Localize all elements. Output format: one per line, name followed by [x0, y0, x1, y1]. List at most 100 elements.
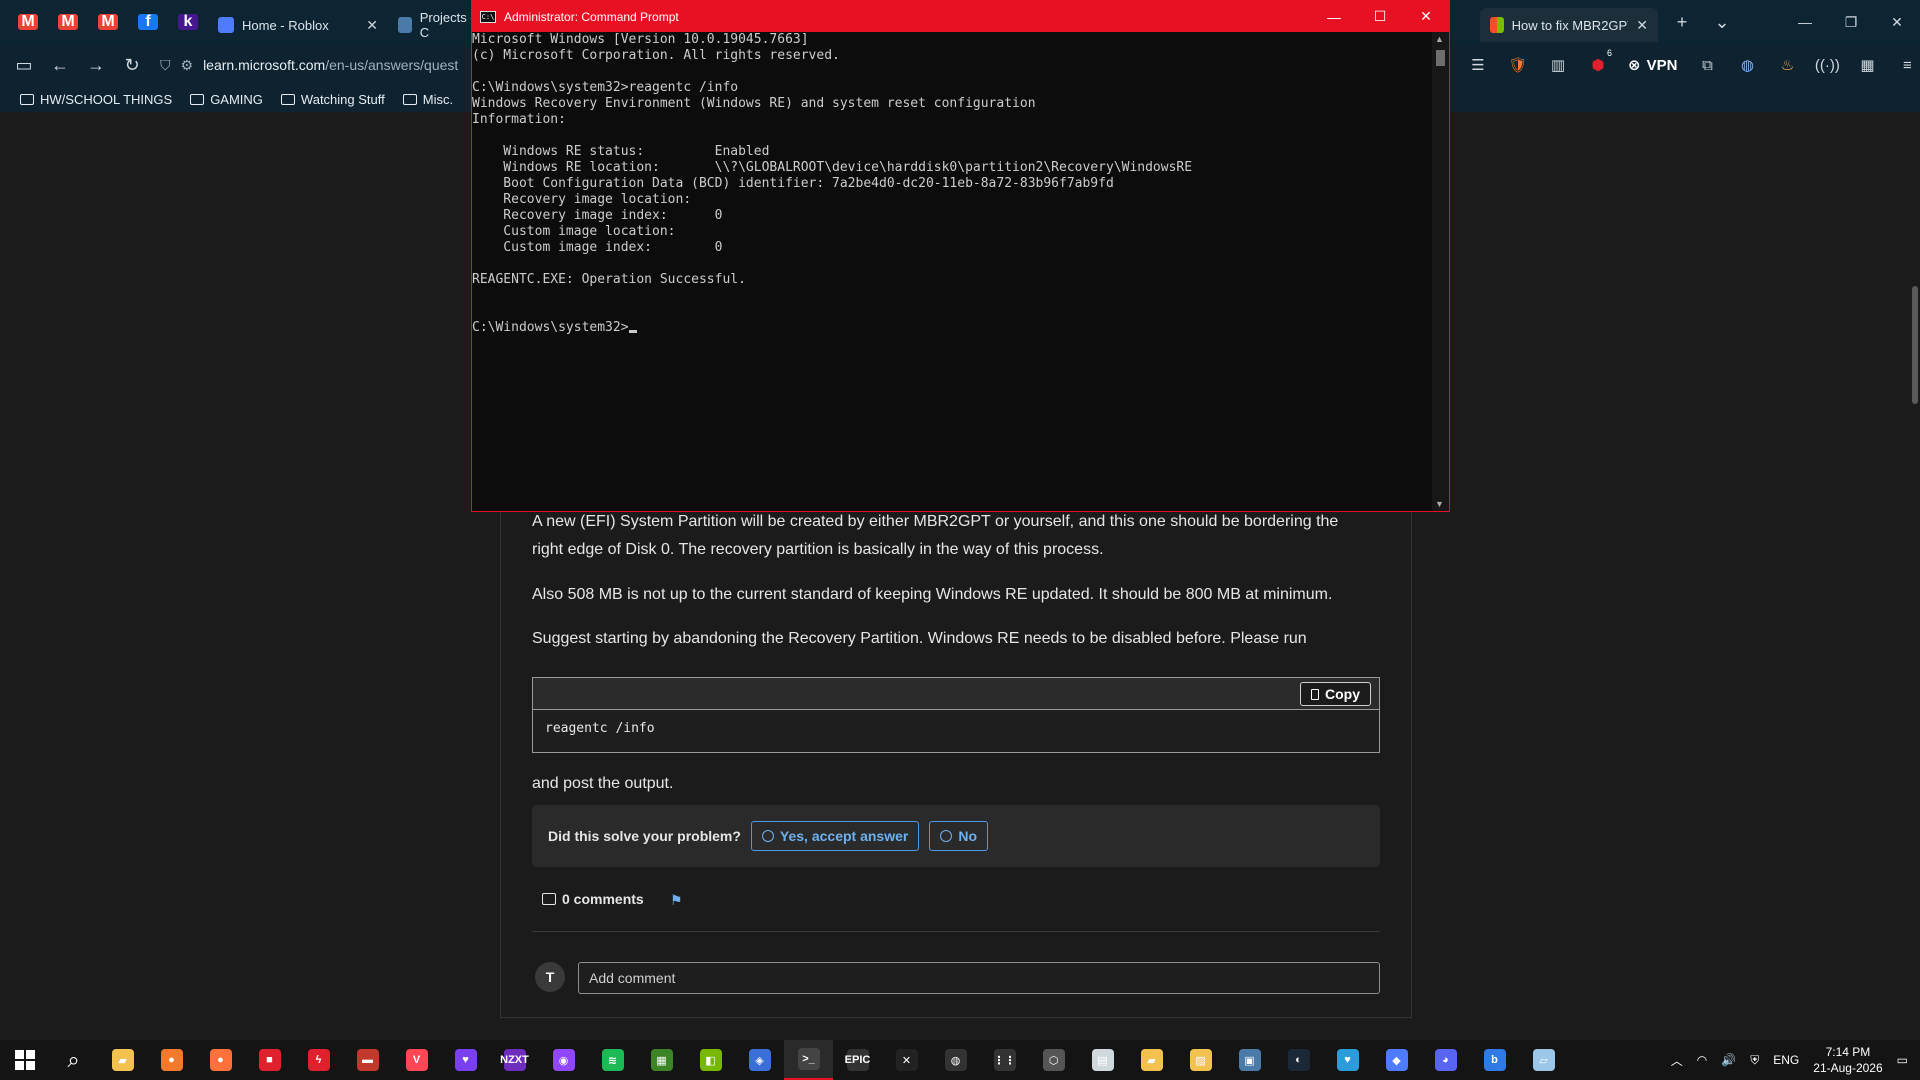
flame-extension-icon[interactable]: ♨ [1767, 44, 1807, 86]
reader-mode-icon[interactable]: ☰ [1458, 44, 1498, 86]
cmd-title-bar[interactable]: C:\ Administrator: Command Prompt — ☐ ✕ [472, 1, 1449, 32]
page-scrollbar-thumb[interactable] [1912, 286, 1918, 404]
taskbar-app-button[interactable]: ▰ [98, 1040, 147, 1080]
tab-home-roblox[interactable]: Home - Roblox ✕ [208, 8, 388, 42]
taskbar-app-button[interactable]: ◕ [1421, 1040, 1470, 1080]
taskbar-app-button[interactable]: ● [147, 1040, 196, 1080]
browser-restore-button[interactable]: ❐ [1828, 0, 1874, 44]
menu-icon[interactable]: ≡ [1887, 44, 1920, 86]
accept-answer-button[interactable]: Yes, accept answer [750, 821, 920, 851]
folder-icon [20, 93, 34, 105]
taskbar-app-button[interactable]: ♥ [1323, 1040, 1372, 1080]
taskbar-app-button[interactable]: V [392, 1040, 441, 1080]
scroll-up-icon[interactable]: ▲ [1435, 34, 1444, 44]
taskbar-app-button[interactable]: ◆ [1372, 1040, 1421, 1080]
forward-button[interactable]: → [78, 47, 114, 83]
cmd-scrollbar[interactable]: ▲ ▼ [1432, 32, 1449, 511]
taskbar-app-button[interactable]: EPIC [833, 1040, 882, 1080]
taskbar-app-button[interactable]: ▣ [1225, 1040, 1274, 1080]
pinned-tab[interactable]: f [128, 0, 168, 44]
taskbar-app-button[interactable]: ♥ [441, 1040, 490, 1080]
taskbar-app-button[interactable]: b [1470, 1040, 1519, 1080]
clock[interactable]: 7:14 PM 21-Aug-2026 [1813, 1044, 1882, 1076]
pinned-tab[interactable]: k [168, 0, 208, 44]
taskbar-app-button[interactable]: ● [196, 1040, 245, 1080]
off-toggle-icon[interactable]: ▦ [1847, 44, 1887, 86]
taskbar-app-button[interactable]: ▰ [1127, 1040, 1176, 1080]
copy-button[interactable]: Copy [1300, 682, 1371, 706]
taskbar-app-button[interactable]: ϟ [294, 1040, 343, 1080]
site-settings-icon[interactable]: ⚙ [181, 57, 194, 74]
pinned-tab[interactable]: M [88, 0, 128, 44]
command-prompt-window[interactable]: C:\ Administrator: Command Prompt — ☐ ✕ … [471, 0, 1450, 512]
add-comment-input[interactable]: Add comment [578, 962, 1380, 994]
docs-favicon-icon [398, 17, 412, 33]
back-button[interactable]: ← [42, 47, 78, 83]
address-bar[interactable]: ⛉ ⚙ learn.microsoft.com/en-us/answers/qu… [150, 50, 468, 80]
brave-shields-icon[interactable]: 🛡 [1498, 44, 1538, 86]
taskbar-app-button[interactable]: ▬ [343, 1040, 392, 1080]
comments-toggle[interactable]: 0 comments [542, 891, 644, 907]
report-flag-icon[interactable]: ⚑ [670, 892, 684, 908]
taskbar-app-button[interactable]: ◍ [931, 1040, 980, 1080]
firefox-icon: ● [209, 1049, 232, 1071]
extensions-icon[interactable]: ⧉ [1687, 44, 1727, 86]
taskbar-app-button[interactable]: ≋ [588, 1040, 637, 1080]
taskbar-app-button[interactable]: ⬡ [1029, 1040, 1078, 1080]
answer-paragraph-1: A new (EFI) System Partition will be cre… [532, 513, 1339, 558]
tab-list-button[interactable]: ⌄ [1704, 0, 1740, 44]
notifications-icon[interactable]: ▭ [1897, 1053, 1908, 1067]
browser-close-button[interactable]: ✕ [1874, 0, 1920, 44]
taskbar-app-button[interactable]: ◧ [686, 1040, 735, 1080]
taskbar-app-button[interactable]: ▨ [1176, 1040, 1225, 1080]
tab-mbr2gpt-active[interactable]: How to fix MBR2GPT /v ✕ [1480, 8, 1658, 42]
tab-close-button[interactable]: ✕ [366, 17, 378, 34]
reload-button[interactable]: ↻ [114, 47, 150, 83]
security-icon[interactable]: ⛨ [1750, 1053, 1759, 1068]
reading-list-icon[interactable]: ▥ [1538, 44, 1578, 86]
cmd-scroll-thumb[interactable] [1436, 50, 1445, 66]
cmd-console-output[interactable]: Microsoft Windows [Version 10.0.19045.76… [472, 32, 1432, 512]
taskbar-app-button[interactable]: NZXT [490, 1040, 539, 1080]
not-helpful-button[interactable]: No [929, 821, 989, 851]
taskbar-app-button[interactable]: ✕ [882, 1040, 931, 1080]
taskbar-app-button[interactable]: ▦ [637, 1040, 686, 1080]
taskbar-app-button[interactable]: >_ [784, 1040, 833, 1080]
taskbar-app-button[interactable]: ◉ [539, 1040, 588, 1080]
profile-icon[interactable]: ◍ [1727, 44, 1767, 86]
wifi-icon[interactable]: ◠ [1697, 1053, 1707, 1067]
tray-overflow-icon[interactable]: ︿ [1671, 1052, 1683, 1069]
new-tab-button[interactable]: + [1664, 0, 1700, 44]
ublock-icon[interactable]: ⬢ 6 [1578, 44, 1618, 86]
sidebar-toggle-icon[interactable]: ▭ [6, 47, 42, 83]
vpn-button[interactable]: ⊗ VPN [1618, 56, 1687, 75]
bookmark-gaming[interactable]: GAMING [190, 92, 263, 107]
start-button[interactable] [0, 1040, 49, 1080]
taskbar-app-button[interactable]: ▤ [1078, 1040, 1127, 1080]
cmd-app-icon: C:\ [480, 10, 496, 23]
broadcast-icon[interactable]: ((·)) [1807, 44, 1847, 86]
bookmark-hw-school[interactable]: HW/SCHOOL THINGS [20, 92, 172, 107]
taskbar-app-button[interactable]: ■ [245, 1040, 294, 1080]
url-host: learn.microsoft.com [203, 57, 326, 73]
browser-minimize-button[interactable]: — [1782, 0, 1828, 44]
pinned-tab[interactable]: M [48, 0, 88, 44]
search-button[interactable]: ⌕ [49, 1040, 98, 1080]
taskbar-app-button[interactable]: ◈ [735, 1040, 784, 1080]
cmd-minimize-button[interactable]: — [1311, 1, 1357, 32]
taskbar-app-button[interactable]: ⋮⋮ [980, 1040, 1029, 1080]
pinned-tab[interactable]: M [8, 0, 48, 44]
volume-icon[interactable]: 🔊 [1721, 1053, 1736, 1067]
shield-icon[interactable]: ⛉ [160, 57, 171, 74]
cmd-close-button[interactable]: ✕ [1403, 1, 1449, 32]
comment-icon [542, 893, 556, 905]
taskbar-app-button[interactable]: ◐ [1274, 1040, 1323, 1080]
scroll-down-icon[interactable]: ▼ [1435, 499, 1444, 509]
taskbar-app-button[interactable]: ▱ [1519, 1040, 1568, 1080]
language-indicator[interactable]: ENG [1773, 1053, 1799, 1067]
bookmark-misc[interactable]: Misc. [402, 92, 453, 107]
epic-games-icon: EPIC [845, 1049, 870, 1071]
cmd-maximize-button[interactable]: ☐ [1357, 1, 1403, 32]
bookmark-watching-stuff[interactable]: Watching Stuff [280, 92, 385, 107]
tab-close-button[interactable]: ✕ [1636, 17, 1648, 34]
